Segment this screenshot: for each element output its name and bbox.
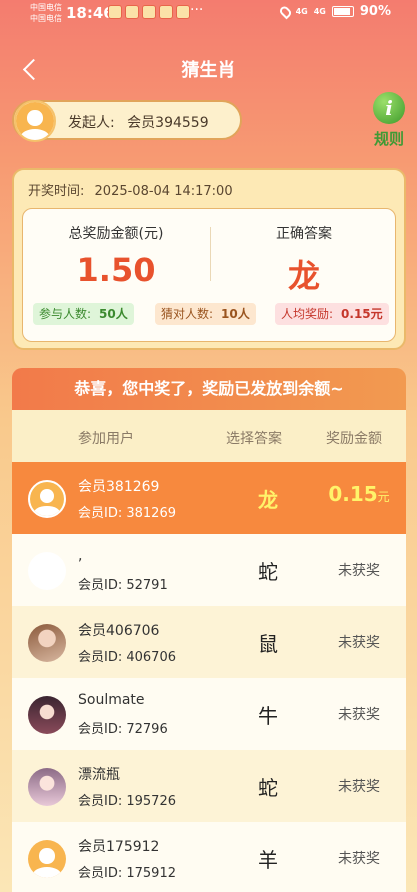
carrier-label: 中国电信 [30,3,62,12]
avatar [28,552,66,590]
member-name: 会员175912 [78,839,160,855]
selected-answer: 鼠 [258,632,278,656]
table-row: 漂流瓶 会员ID: 195726 蛇 未获奖 [12,750,406,822]
correct-count-value: 10人 [221,307,250,321]
app-notification-icon [159,5,173,19]
table-row: 会员381269 会员ID: 381269 龙 0.15元 [12,462,406,534]
reward-value: 0.15 [328,482,378,506]
initiator-badge: 发起人: 会员394559 [12,100,242,142]
avatar [28,768,66,806]
status-right: 4G 4G 90% [277,4,391,19]
draw-time-label: 开奖时间: [28,184,85,199]
initiator-name: 会员394559 [127,115,209,131]
table-row: 会员406706 会员ID: 406706 鼠 未获奖 [12,606,406,678]
reward-status: 未获奖 [338,635,380,651]
win-banner: 恭喜，您中奖了，奖励已发放到余额~ [12,368,406,410]
reward-unit: 元 [377,490,390,504]
column-header-user: 参加用户 [78,431,134,447]
member-id: 会员ID: 175912 [78,866,176,881]
correct-count-label: 猜对人数: [161,307,214,321]
reward-status: 未获奖 [338,851,380,867]
member-name: 漂流瓶 [78,767,120,783]
app-notification-icon [176,5,190,19]
draw-summary: 总奖励金额(元) 1.50 正确答案 龙 参与人数: 50人 猜对人数: 10人 人… [22,208,396,342]
user-avatar-icon [30,482,64,516]
draw-time-value: 2025-08-04 14:17:00 [94,184,233,199]
avatar [28,696,66,734]
table-header: 参加用户 选择答案 奖励金额 [12,410,406,462]
rules-label: 规则 [373,130,404,148]
selected-answer: 蛇 [258,776,278,800]
carrier-info: 中国电信 中国电信 [30,2,62,24]
status-time: 18:46 [66,4,114,22]
selected-answer: 羊 [258,848,278,872]
user-photo [28,624,66,662]
member-id: 会员ID: 72796 [78,722,168,737]
user-avatar-icon [16,102,54,140]
more-notifications-icon: ··· [190,2,204,18]
status-bar: 中国电信 中国电信 18:46 ··· 4G 4G 90% [0,0,417,28]
reward-status: 未获奖 [338,563,380,579]
user-photo [28,696,66,734]
app-notification-icon [125,5,139,19]
reward-amount: 0.15元 [312,482,406,506]
member-id: 会员ID: 52791 [78,578,168,593]
initiator-text: 发起人: 会员394559 [68,112,209,132]
participants-badge: 参与人数: 50人 [33,303,134,325]
notification-icons [108,5,190,19]
correct-answer-stat: 正确答案 龙 [211,223,397,297]
info-icon: i [373,92,405,124]
signal-icon: 4G [295,7,308,16]
reward-status: 未获奖 [338,707,380,723]
correct-answer-label: 正确答案 [276,226,332,242]
avatar [14,100,56,142]
selected-answer: 牛 [258,704,278,728]
reward-status: 未获奖 [338,779,380,795]
draw-time: 开奖时间: 2025-08-04 14:17:00 [28,180,233,199]
member-id: 会员ID: 381269 [78,506,176,521]
total-reward-stat: 总奖励金额(元) 1.50 [23,223,209,289]
per-person-label: 人均奖励: [281,307,334,321]
draw-info-card: 开奖时间: 2025-08-04 14:17:00 总奖励金额(元) 1.50 … [12,168,406,350]
selected-answer: 龙 [258,488,278,512]
member-id: 会员ID: 195726 [78,794,176,809]
total-reward-label: 总奖励金额(元) [68,226,164,242]
page-title: 猜生肖 [181,60,236,81]
battery-icon [331,6,354,17]
battery-level: 90% [359,4,391,19]
participants-value: 50人 [99,307,128,321]
correct-count-badge: 猜对人数: 10人 [155,303,256,325]
table-row: , 会员ID: 52791 蛇 未获奖 [12,534,406,606]
signal-icon-2: 4G [313,7,326,16]
total-reward-value: 1.50 [76,251,156,289]
app-notification-icon [108,5,122,19]
column-header-answer: 选择答案 [226,431,282,447]
correct-answer-value: 龙 [287,257,320,295]
member-name: Soulmate [78,692,145,708]
app-notification-icon [142,5,156,19]
table-row: Soulmate 会员ID: 72796 牛 未获奖 [12,678,406,750]
table-row: 会员175912 会员ID: 175912 羊 未获奖 [12,822,406,892]
member-name: , [78,548,83,564]
member-name: 会员406706 [78,623,160,639]
per-person-badge: 人均奖励: 0.15元 [275,303,389,325]
user-avatar-icon [28,840,66,878]
member-id: 会员ID: 406706 [78,650,176,665]
initiator-label: 发起人: [68,115,115,131]
avatar [28,840,66,878]
rules-button[interactable]: i 规则 [371,92,407,149]
avatar [28,624,66,662]
carrier-label-2: 中国电信 [30,14,62,23]
per-person-value: 0.15元 [341,307,383,321]
location-icon [277,4,293,19]
selected-answer: 蛇 [258,560,278,584]
participants-label: 参与人数: [39,307,92,321]
column-header-reward: 奖励金额 [326,431,382,447]
avatar [28,480,66,518]
member-name: 会员381269 [78,479,160,495]
user-photo [28,768,66,806]
